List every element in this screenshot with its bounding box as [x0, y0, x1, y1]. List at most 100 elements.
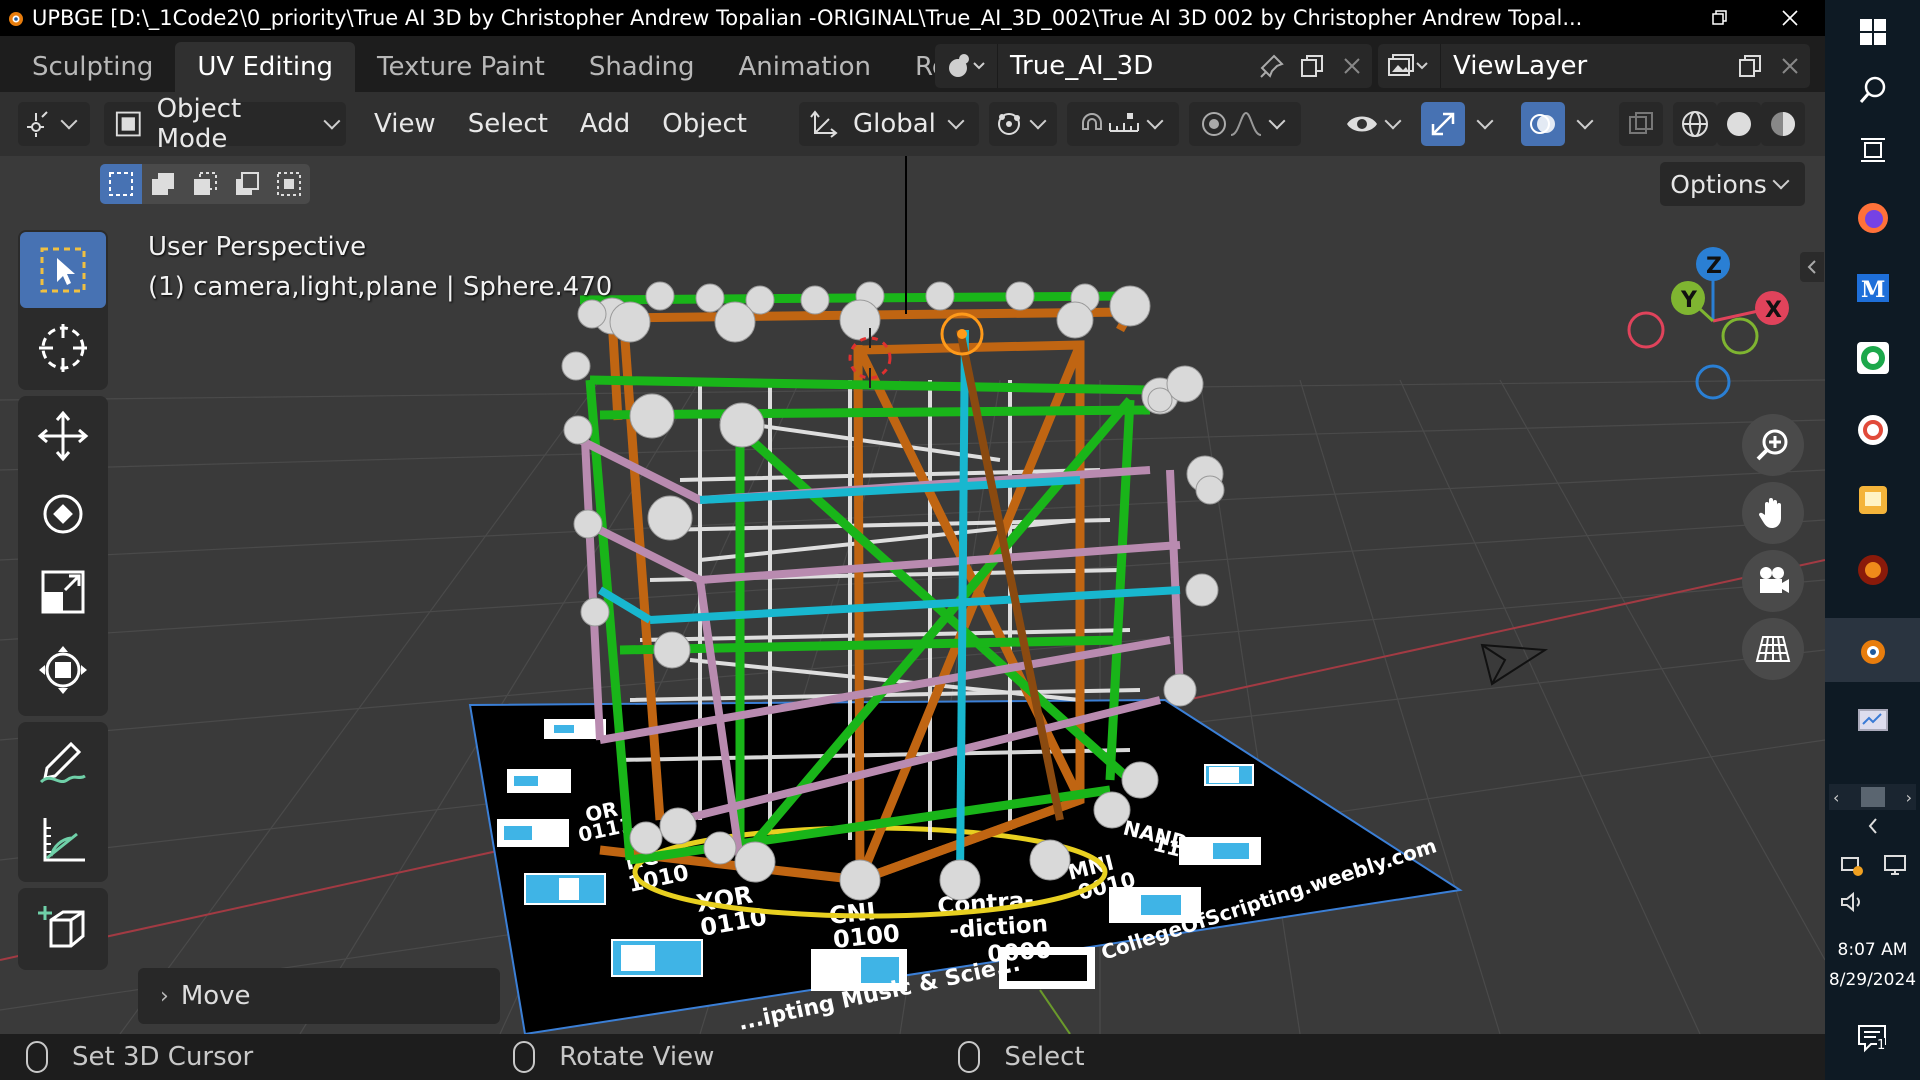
monitor-app-icon: [1857, 709, 1888, 731]
new-scene-icon[interactable]: [1292, 44, 1332, 88]
new-view-layer-icon[interactable]: [1730, 44, 1770, 88]
start-button[interactable]: [1825, 0, 1920, 64]
select-difference-icon: [236, 172, 259, 195]
visibility-selectability-button[interactable]: [1341, 102, 1411, 146]
navigation-gizmo[interactable]: Z X Y: [1620, 236, 1800, 406]
perspective-toggle-button[interactable]: [1742, 618, 1804, 680]
taskbar-firefox[interactable]: [1825, 186, 1920, 250]
shading-wireframe-button[interactable]: [1672, 102, 1717, 146]
tab-texture-paint[interactable]: Texture Paint: [355, 42, 567, 92]
task-view-button[interactable]: [1825, 118, 1920, 182]
dragon-icon: [1857, 555, 1888, 585]
taskbar-yellow-app[interactable]: [1825, 468, 1920, 532]
chevron-down-icon: [947, 112, 965, 130]
tab-shading[interactable]: Shading: [567, 42, 717, 92]
overlays-toggle[interactable]: [1520, 102, 1565, 146]
menu-select[interactable]: Select: [452, 109, 564, 139]
object-mode-icon: [115, 111, 141, 137]
annotate-tool[interactable]: [20, 724, 106, 800]
shading-solid-button[interactable]: [1716, 102, 1761, 146]
restore-window-button[interactable]: [1685, 0, 1755, 36]
mouse-middle-icon: [513, 1041, 536, 1073]
mode-selector[interactable]: Object Mode: [104, 94, 346, 154]
taskbar-green-app[interactable]: [1825, 326, 1920, 390]
last-operator-label: Move: [180, 981, 251, 1011]
scene-browse-icon[interactable]: [935, 44, 997, 88]
xray-toggle[interactable]: [1618, 102, 1663, 146]
taskbar-app-m[interactable]: M: [1825, 256, 1920, 320]
clock-time[interactable]: 8:07 AM: [1825, 940, 1920, 960]
editor-type-button[interactable]: [18, 102, 90, 146]
show-hidden-icons-button[interactable]: [1825, 816, 1920, 840]
cursor-tool[interactable]: [20, 310, 106, 386]
scene-selector[interactable]: True_AI_3D: [935, 44, 1372, 88]
select-new-button[interactable]: [100, 164, 142, 204]
select-extend-button[interactable]: [142, 164, 184, 204]
gizmo-neg-x-axis[interactable]: [1627, 311, 1665, 349]
scroll-thumb[interactable]: [1860, 787, 1885, 807]
select-intersect-button[interactable]: [268, 164, 310, 204]
camera-view-button[interactable]: [1742, 550, 1804, 612]
scale-tool[interactable]: [20, 554, 106, 630]
overlays-options-button[interactable]: [1565, 102, 1605, 146]
add-cube-icon: [38, 906, 85, 948]
taskbar-scroller[interactable]: ‹ ›: [1829, 784, 1916, 810]
delete-scene-icon[interactable]: [1332, 44, 1372, 88]
taskbar-upbge[interactable]: [1825, 618, 1920, 682]
transform-tool[interactable]: [20, 632, 106, 708]
scroll-left-icon[interactable]: ‹: [1829, 788, 1839, 807]
tab-uv-editing[interactable]: UV Editing: [175, 42, 356, 92]
overlays-icon: [1529, 114, 1555, 134]
app-m-icon: M: [1856, 274, 1889, 303]
select-box-tool[interactable]: [20, 232, 106, 308]
tray-network-icon[interactable]: [1881, 852, 1909, 878]
view-layer-browse-icon[interactable]: [1378, 44, 1440, 88]
notifications-button[interactable]: 1: [1855, 1020, 1891, 1056]
sidebar-toggle[interactable]: [1800, 252, 1824, 282]
transform-orientation-selector[interactable]: Global: [798, 102, 979, 146]
select-difference-button[interactable]: [226, 164, 268, 204]
gizmo-options-button[interactable]: [1465, 102, 1505, 146]
select-box-icon: [40, 247, 86, 293]
proportional-editing-toggle[interactable]: [1188, 102, 1301, 146]
view-layer-selector[interactable]: ViewLayer: [1378, 44, 1810, 88]
gizmo-neg-y-axis[interactable]: [1721, 317, 1759, 355]
shading-material-button[interactable]: [1760, 102, 1805, 146]
status-bar: Set 3D Cursor Rotate View Select: [0, 1034, 1825, 1080]
gizmo-toggle[interactable]: [1420, 102, 1465, 146]
tab-sculpting[interactable]: Sculpting: [10, 42, 175, 92]
status-right-action: Select: [1004, 1042, 1085, 1072]
last-operator-panel[interactable]: › Move: [138, 968, 500, 1024]
taskbar-red-app[interactable]: [1825, 398, 1920, 462]
move-tool[interactable]: [20, 398, 106, 474]
measure-tool[interactable]: [20, 802, 106, 878]
taskbar-game-app[interactable]: [1825, 538, 1920, 602]
view-layer-name[interactable]: ViewLayer: [1441, 51, 1730, 81]
tab-animation[interactable]: Animation: [716, 42, 893, 92]
delete-view-layer-icon[interactable]: [1770, 44, 1810, 88]
close-window-button[interactable]: [1755, 0, 1825, 36]
search-icon: [1859, 76, 1885, 103]
scroll-right-icon[interactable]: ›: [1906, 788, 1916, 807]
select-subtract-button[interactable]: [184, 164, 226, 204]
menu-view[interactable]: View: [358, 109, 452, 139]
clock-date[interactable]: 8/29/2024: [1825, 970, 1920, 990]
pan-button[interactable]: [1742, 482, 1804, 544]
volume-button[interactable]: [1839, 890, 1869, 916]
chevron-down-icon: [60, 112, 78, 130]
snap-toggle[interactable]: [1066, 102, 1179, 146]
menu-object[interactable]: Object: [646, 109, 763, 139]
add-cube-tool[interactable]: [20, 890, 106, 966]
pin-scene-icon[interactable]: [1252, 44, 1292, 88]
search-button[interactable]: [1825, 58, 1920, 122]
gizmo-neg-z-axis[interactable]: [1695, 364, 1731, 400]
scene-name[interactable]: True_AI_3D: [998, 51, 1252, 81]
zoom-button[interactable]: [1742, 414, 1804, 476]
rotate-tool[interactable]: [20, 476, 106, 552]
taskbar-monitor-app[interactable]: [1825, 690, 1920, 754]
tray-onedrive-icon[interactable]: [1839, 852, 1865, 878]
menu-add[interactable]: Add: [564, 109, 646, 139]
options-dropdown[interactable]: Options: [1660, 162, 1805, 206]
pivot-point-button[interactable]: [988, 102, 1057, 146]
3d-viewport[interactable]: XOR 0110 CNI 0100 Contra- -diction 0000 …: [0, 156, 1825, 1034]
